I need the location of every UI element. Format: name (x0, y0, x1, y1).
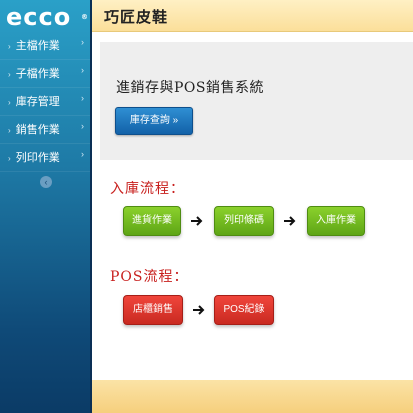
sidebar-item-label: 庫存管理 (15, 96, 60, 108)
inventory-query-button[interactable]: 庫存查詢 » (115, 107, 193, 135)
pos-record-button[interactable]: POS紀錄 (214, 295, 274, 325)
print-barcode-button[interactable]: 列印條碼 (214, 206, 274, 236)
bullet-icon: › (8, 42, 11, 51)
sidebar-item-label: 主檔作業 (15, 40, 60, 52)
registered-mark: ® (81, 13, 89, 21)
inbound-flow-label: 入庫流程： (110, 181, 185, 197)
purchase-button[interactable]: 進貨作業 (123, 206, 181, 236)
chevron-right-icon: › (81, 93, 84, 103)
sidebar-item-label: 銷售作業 (15, 124, 60, 136)
arrow-right-icon (191, 216, 203, 226)
sidebar-item-label: 子檔作業 (15, 68, 60, 80)
sidebar-item-inventory[interactable]: › 庫存管理 › (0, 88, 90, 116)
main-content: 進銷存與POS銷售系統 庫存查詢 » 入庫流程： 進貨作業 列印條碼 入庫作業 … (92, 32, 413, 380)
pos-flow-label: POS流程： (110, 269, 189, 285)
hero-panel: 進銷存與POS銷售系統 庫存查詢 » (100, 42, 413, 160)
chevron-right-icon: › (81, 121, 84, 131)
bullet-icon: › (8, 154, 11, 163)
chevron-right-icon: › (81, 65, 84, 75)
chevron-right-icon: › (81, 37, 84, 47)
brand-logo[interactable]: ecco ® (6, 3, 89, 31)
arrow-right-icon (284, 216, 296, 226)
footer-bar (92, 380, 413, 413)
bullet-icon: › (8, 126, 11, 135)
logo-text: ecco (6, 3, 72, 31)
sidebar-item-master[interactable]: › 主檔作業 › (0, 32, 90, 60)
sidebar-nav: › 主檔作業 › › 子檔作業 › › 庫存管理 › › 銷售作業 › › 列印… (0, 32, 90, 172)
sidebar-item-sales[interactable]: › 銷售作業 › (0, 116, 90, 144)
sidebar: ecco ® › 主檔作業 › › 子檔作業 › › 庫存管理 › › 銷售作業… (0, 0, 92, 413)
sidebar-item-detail[interactable]: › 子檔作業 › (0, 60, 90, 88)
sidebar-item-label: 列印作業 (15, 152, 60, 164)
sidebar-collapse-button[interactable]: ‹ (40, 176, 52, 188)
arrow-right-icon (193, 305, 205, 315)
bullet-icon: › (8, 70, 11, 79)
chevron-right-icon: › (81, 149, 84, 159)
bullet-icon: › (8, 98, 11, 107)
stock-in-button[interactable]: 入庫作業 (307, 206, 365, 236)
sidebar-item-print[interactable]: › 列印作業 › (0, 144, 90, 172)
counter-sales-button[interactable]: 店櫃銷售 (123, 295, 183, 325)
top-header: 巧匠皮鞋 (92, 0, 413, 32)
hero-title: 進銷存與POS銷售系統 (116, 80, 264, 96)
page-title: 巧匠皮鞋 (104, 8, 169, 26)
